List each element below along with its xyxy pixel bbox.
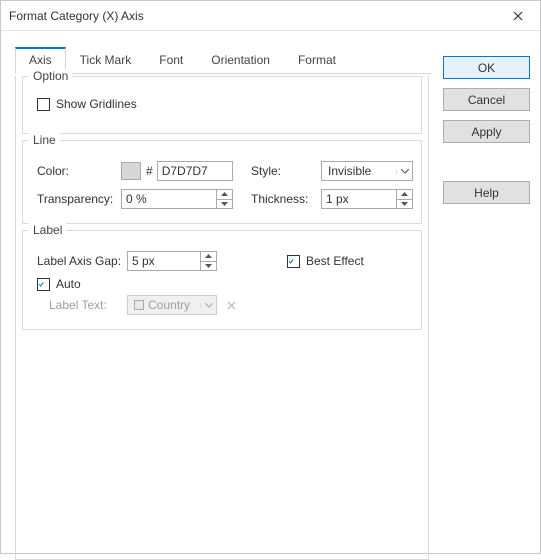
tab-orientation[interactable]: Orientation: [197, 47, 284, 74]
help-button[interactable]: Help: [443, 181, 530, 204]
color-hex-input[interactable]: D7D7D7: [157, 161, 233, 181]
transparency-input[interactable]: 0 %: [121, 189, 217, 209]
tab-panel: Option Show Gridlines Line Color: # D7D7…: [15, 76, 429, 560]
line-fieldset: Line Color: # D7D7D7 Style: Invisible: [22, 140, 422, 224]
style-select[interactable]: Invisible: [321, 161, 413, 181]
chevron-down-icon: [200, 303, 216, 308]
thickness-input[interactable]: 1 px: [321, 189, 397, 209]
thickness-spinner[interactable]: [397, 189, 413, 209]
chevron-down-icon: [396, 169, 412, 174]
ok-button[interactable]: OK: [443, 56, 530, 79]
label-legend: Label: [29, 223, 66, 237]
tab-font[interactable]: Font: [145, 47, 197, 74]
color-hash: #: [146, 164, 153, 178]
gap-label: Label Axis Gap:: [37, 254, 121, 268]
auto-checkbox[interactable]: [37, 278, 50, 291]
label-text-select: Country: [127, 295, 217, 315]
titlebar: Format Category (X) Axis: [1, 1, 540, 31]
show-gridlines-label: Show Gridlines: [56, 97, 137, 111]
window-title: Format Category (X) Axis: [9, 9, 144, 23]
show-gridlines-checkbox[interactable]: [37, 98, 50, 111]
auto-label: Auto: [56, 277, 81, 291]
style-label: Style:: [251, 164, 281, 178]
option-fieldset: Option Show Gridlines: [22, 76, 422, 134]
field-icon: [134, 300, 144, 310]
label-text-label: Label Text:: [49, 298, 107, 312]
dialog-window: Format Category (X) Axis Axis Tick Mark …: [0, 0, 541, 554]
tabs: Axis Tick Mark Font Orientation Format: [15, 46, 431, 74]
tab-format[interactable]: Format: [284, 47, 350, 74]
color-label: Color:: [37, 164, 69, 178]
transparency-label: Transparency:: [37, 192, 113, 206]
close-button[interactable]: [496, 1, 540, 31]
line-legend: Line: [29, 133, 60, 147]
tab-tick-mark[interactable]: Tick Mark: [66, 47, 146, 74]
best-effect-checkbox[interactable]: [287, 255, 300, 268]
apply-button[interactable]: Apply: [443, 120, 530, 143]
best-effect-label: Best Effect: [306, 254, 364, 268]
color-swatch[interactable]: [121, 162, 141, 180]
label-fieldset: Label Label Axis Gap: 5 px Best Eff: [22, 230, 422, 330]
gap-spinner[interactable]: [201, 251, 217, 271]
gap-input[interactable]: 5 px: [127, 251, 201, 271]
thickness-label: Thickness:: [251, 192, 308, 206]
close-icon: [513, 11, 523, 21]
cancel-button[interactable]: Cancel: [443, 88, 530, 111]
x-icon: [227, 301, 236, 310]
transparency-spinner[interactable]: [217, 189, 233, 209]
clear-label-text-button: [221, 295, 241, 315]
option-legend: Option: [29, 69, 72, 83]
